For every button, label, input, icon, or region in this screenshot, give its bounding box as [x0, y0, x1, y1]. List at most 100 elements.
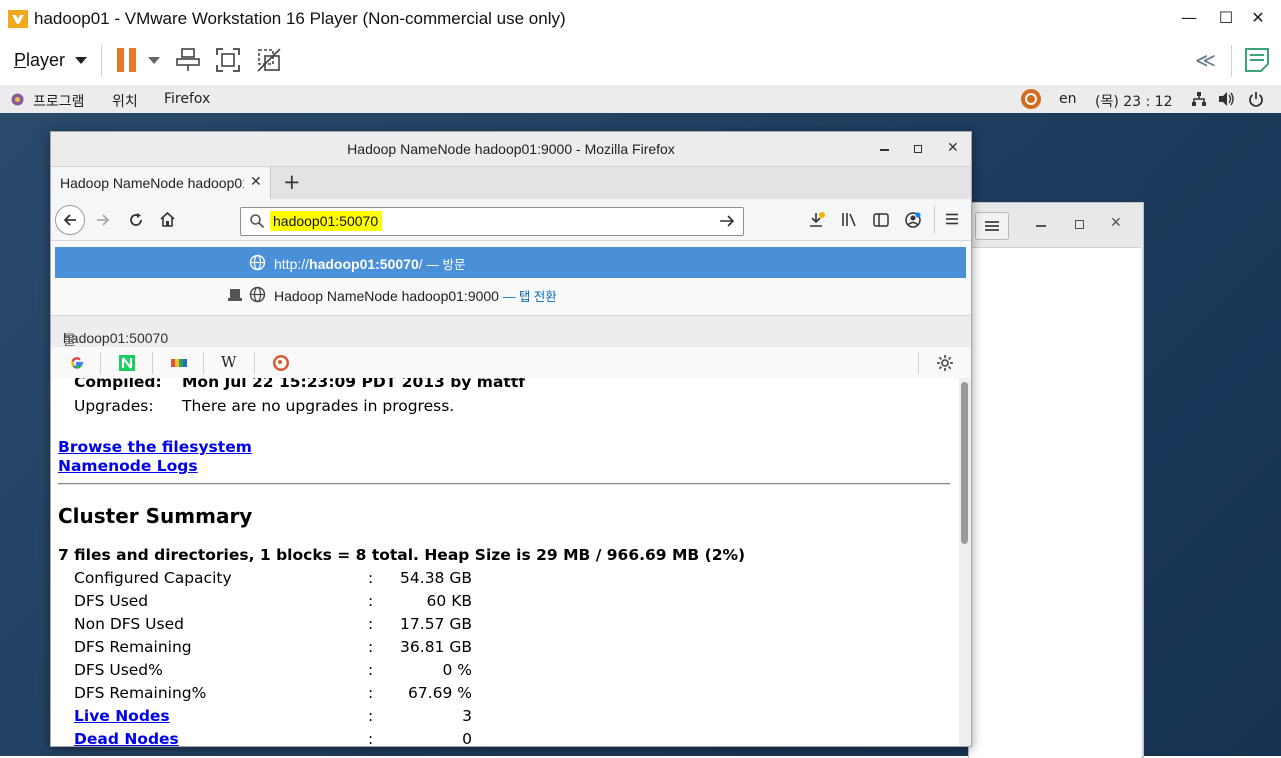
- send-ctrl-alt-del-icon[interactable]: [175, 47, 201, 73]
- back-arrow-icon: [63, 214, 76, 226]
- clock[interactable]: (목) 23 : 12: [1095, 91, 1173, 111]
- row-value: 67.69 %: [407, 684, 472, 702]
- dead-nodes-link[interactable]: Dead Nodes: [74, 730, 179, 746]
- table-row: Dead Nodes : 0: [51, 730, 951, 746]
- forward-arrow-icon[interactable]: [95, 212, 111, 228]
- power-icon[interactable]: [1248, 91, 1264, 107]
- player-menu-label: layer: [26, 50, 66, 70]
- fullscreen-icon[interactable]: [215, 47, 241, 73]
- search-with-row[interactable]: hadoop01:50070를 여기서 검색:: [51, 315, 971, 448]
- language-indicator[interactable]: en: [1059, 91, 1077, 107]
- row-value: 3: [462, 707, 472, 725]
- scrollbar-thumb[interactable]: [961, 382, 968, 544]
- sidebar-icon[interactable]: [872, 211, 890, 229]
- collapse-icon[interactable]: ≪: [1195, 48, 1216, 72]
- table-row: DFS Used : 60 KB: [51, 592, 951, 615]
- library-icon[interactable]: [840, 211, 858, 229]
- background-window[interactable]: ✕: [968, 202, 1144, 758]
- row-value: 17.57 GB: [400, 615, 472, 633]
- url-suffix: /: [418, 256, 423, 272]
- player-menu-mnemonic: P: [14, 50, 27, 70]
- volume-icon[interactable]: [1218, 91, 1235, 107]
- close-button[interactable]: ✕: [1247, 8, 1269, 28]
- home-icon[interactable]: [159, 211, 176, 228]
- tab-icon: [228, 289, 242, 301]
- applications-menu[interactable]: 프로그램: [33, 91, 85, 111]
- player-menu[interactable]: Player: [14, 50, 65, 71]
- tab-hadoop-namenode[interactable]: Hadoop NameNode hadoop01:9000 ✕: [51, 167, 271, 199]
- engine-divider: [254, 352, 255, 374]
- search-settings-gear-icon[interactable]: [936, 354, 954, 372]
- reload-icon[interactable]: [128, 212, 144, 228]
- search-icon: [250, 214, 265, 229]
- browse-filesystem-link[interactable]: Browse the filesystem: [58, 438, 252, 456]
- go-arrow-icon[interactable]: [719, 213, 735, 229]
- url-input-text[interactable]: hadoop01:50070: [270, 211, 383, 231]
- url-match: hadoop01:50070: [309, 256, 419, 272]
- input-method-icon[interactable]: [1019, 88, 1043, 110]
- row-label: DFS Used: [74, 592, 149, 610]
- table-row: Non DFS Used : 17.57 GB: [51, 615, 951, 638]
- firefox-window-title: Hadoop NameNode hadoop01:9000 - Mozilla …: [347, 141, 675, 157]
- suggestion-action: — 방문: [426, 258, 466, 272]
- vmware-title-bar: hadoop01 - VMware Workstation 16 Player …: [0, 0, 1281, 37]
- network-icon[interactable]: [1191, 91, 1207, 107]
- firefox-maximize-icon[interactable]: [914, 145, 922, 153]
- row-value: 0: [462, 730, 472, 746]
- tab-label: Hadoop NameNode hadoop01:9000: [60, 175, 244, 191]
- firefox-minimize-icon[interactable]: [880, 149, 889, 151]
- cluster-summary-heading: Cluster Summary: [58, 504, 253, 528]
- row-label: Non DFS Used: [74, 615, 184, 633]
- row-value: 0 %: [442, 661, 472, 679]
- row-value: 36.81 GB: [400, 638, 472, 656]
- engine-divider: [203, 352, 204, 374]
- pause-icon[interactable]: [116, 47, 138, 73]
- table-row: DFS Remaining : 36.81 GB: [51, 638, 951, 661]
- table-row: Configured Capacity : 54.38 GB: [51, 569, 951, 592]
- naver-icon[interactable]: [118, 354, 136, 372]
- account-icon[interactable]: [904, 211, 922, 229]
- upgrades-value: There are no upgrades in progress.: [182, 397, 455, 415]
- hamburger-icon: [985, 221, 999, 223]
- player-dropdown-arrow-icon[interactable]: [75, 57, 87, 64]
- places-menu[interactable]: 위치: [112, 91, 138, 111]
- google-icon[interactable]: [68, 354, 86, 372]
- navigation-toolbar: hadoop01:50070: [51, 199, 971, 241]
- suggestion-visit-url[interactable]: http://hadoop01:50070/ — 방문: [55, 247, 966, 278]
- bg-maximize-icon[interactable]: [1075, 220, 1084, 229]
- suggestion-switch-tab[interactable]: Hadoop NameNode hadoop01:9000 — 탭 전환: [55, 279, 966, 310]
- wikipedia-icon[interactable]: W: [221, 353, 239, 371]
- firefox-close-icon[interactable]: ✕: [947, 140, 959, 156]
- namenode-logs-link[interactable]: Namenode Logs: [58, 457, 198, 475]
- menu-icon[interactable]: [944, 211, 960, 227]
- horizontal-rule: [58, 483, 950, 485]
- table-row: DFS Remaining% : 67.69 %: [51, 684, 951, 707]
- toolbar-divider: [934, 205, 935, 234]
- toolbar-divider: [1231, 45, 1232, 77]
- firefox-app-menu[interactable]: Firefox: [164, 91, 210, 107]
- suggestion-action: — 탭 전환: [502, 290, 557, 304]
- window-title: hadoop01 - VMware Workstation 16 Player …: [34, 9, 566, 28]
- url-bar[interactable]: hadoop01:50070: [240, 207, 744, 236]
- unity-mode-icon[interactable]: [256, 47, 282, 73]
- row-label: DFS Remaining: [74, 638, 192, 656]
- downloads-icon[interactable]: [808, 211, 826, 229]
- globe-icon: [249, 286, 266, 303]
- page-scrollbar[interactable]: [959, 378, 971, 746]
- row-label: Configured Capacity: [74, 569, 232, 587]
- bg-close-icon[interactable]: ✕: [1110, 215, 1122, 231]
- bg-minimize-icon[interactable]: [1036, 225, 1046, 227]
- toolbar-divider: [101, 45, 102, 77]
- notes-icon[interactable]: [1244, 47, 1270, 73]
- pause-dropdown-arrow-icon[interactable]: [148, 57, 160, 64]
- new-tab-button[interactable]: +: [283, 170, 301, 194]
- minimize-button[interactable]: —: [1178, 8, 1200, 28]
- tab-close-icon[interactable]: ✕: [250, 174, 262, 190]
- live-nodes-link[interactable]: Live Nodes: [74, 707, 170, 725]
- back-button[interactable]: [55, 205, 85, 235]
- daum-icon[interactable]: [170, 354, 188, 372]
- duckduckgo-icon[interactable]: [272, 354, 290, 372]
- maximize-button[interactable]: ☐: [1215, 8, 1237, 28]
- suggestion-url: http://hadoop01:50070/ — 방문: [274, 254, 466, 273]
- hamburger-menu-button[interactable]: [975, 212, 1009, 240]
